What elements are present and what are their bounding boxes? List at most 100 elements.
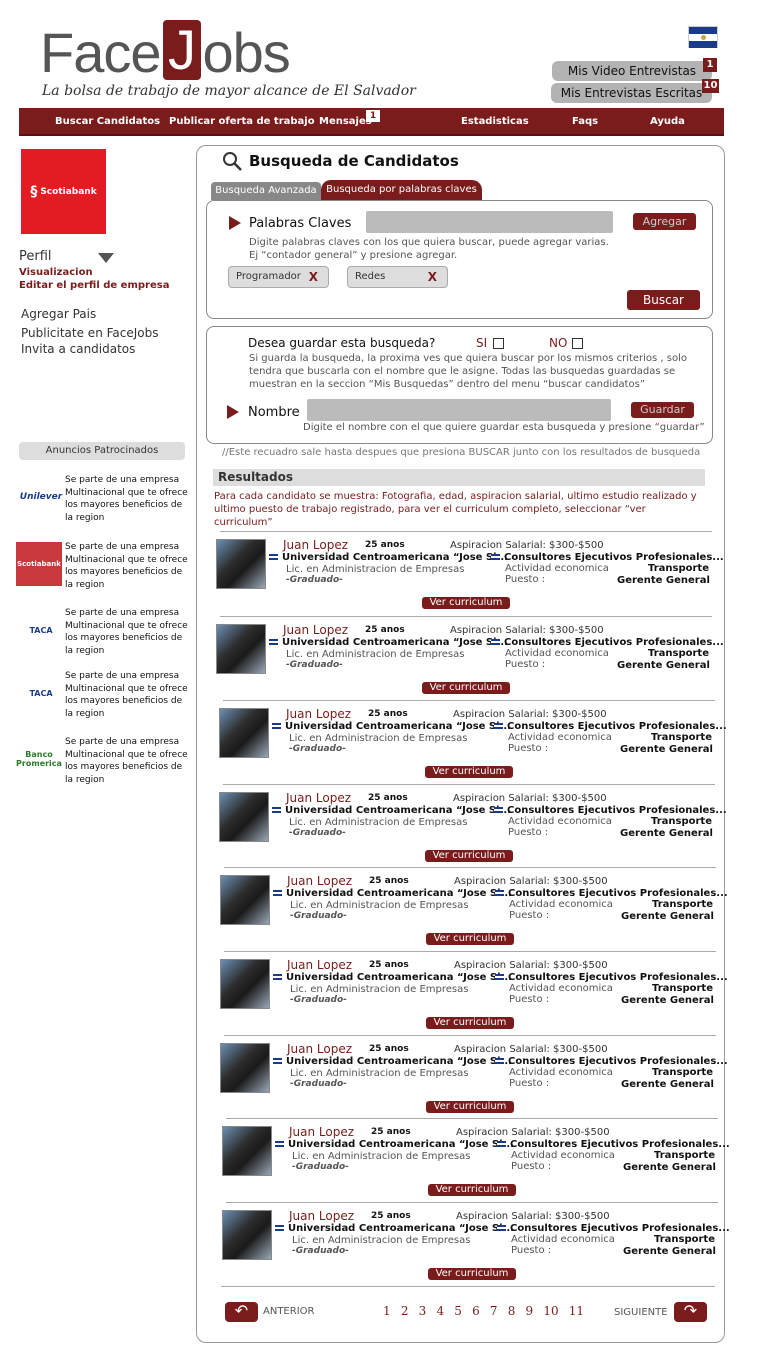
nav-buscar-candidatos[interactable]: Buscar Candidatos bbox=[55, 116, 160, 127]
view-cv-button[interactable]: Ver curriculum bbox=[426, 1017, 514, 1029]
flag-icon bbox=[494, 807, 503, 813]
view-cv-button[interactable]: Ver curriculum bbox=[426, 1101, 514, 1113]
page-link[interactable]: 9 bbox=[526, 1304, 534, 1318]
candidate-university: Universidad Centroamericana “Jose Si... bbox=[273, 888, 512, 899]
page-link[interactable]: 11 bbox=[569, 1304, 584, 1318]
facejobs-logo[interactable]: Face Jobs bbox=[40, 18, 340, 88]
taca-logo[interactable]: TACA bbox=[18, 608, 64, 652]
candidate-name[interactable]: Juan Lopez bbox=[287, 958, 352, 972]
prev-page-link[interactable]: ANTERIOR bbox=[263, 1306, 314, 1317]
candidate-name[interactable]: Juan Lopez bbox=[289, 1209, 354, 1223]
back-arrow-icon[interactable]: ↶ bbox=[225, 1302, 258, 1322]
flag-icon bbox=[497, 1141, 506, 1147]
candidate-name[interactable]: Juan Lopez bbox=[287, 874, 352, 888]
page-link[interactable]: 6 bbox=[472, 1304, 480, 1318]
el-salvador-flag-icon[interactable] bbox=[688, 26, 718, 48]
keywords-example: Ej “contador general” y presione agregar… bbox=[249, 250, 458, 261]
candidate-photo[interactable] bbox=[222, 1210, 272, 1260]
scotiabank-logo[interactable]: Scotiabank bbox=[16, 542, 62, 586]
nav-estadisticas[interactable]: Estadisticas bbox=[461, 116, 529, 127]
candidate-name[interactable]: Juan Lopez bbox=[289, 1125, 354, 1139]
candidate-university: Universidad Centroamericana “Jose Si... bbox=[269, 637, 508, 648]
position-label: Puesto : bbox=[508, 743, 549, 754]
candidate-degree: Lic. en Administracion de Empresas bbox=[290, 900, 469, 911]
candidate-photo[interactable] bbox=[220, 1043, 270, 1093]
page-link[interactable]: 4 bbox=[436, 1304, 444, 1318]
forward-arrow-icon[interactable]: ↷ bbox=[674, 1302, 707, 1322]
written-interviews-button[interactable]: Mis Entrevistas Escritas bbox=[551, 83, 712, 103]
flag-icon bbox=[495, 890, 504, 896]
candidate-photo[interactable] bbox=[216, 539, 266, 589]
flag-icon bbox=[272, 723, 281, 729]
tab-keyword-search[interactable]: Busqueda por palabras claves bbox=[321, 180, 482, 200]
nav-publicar-oferta[interactable]: Publicar oferta de trabajo bbox=[169, 116, 315, 127]
candidate-name[interactable]: Juan Lopez bbox=[283, 538, 348, 552]
page-link[interactable]: 1 bbox=[383, 1304, 391, 1318]
search-name-input[interactable] bbox=[307, 399, 611, 421]
remove-tag-icon[interactable]: X bbox=[309, 267, 318, 287]
nav-mensajes[interactable]: Mensajes bbox=[319, 116, 372, 127]
candidate-status: -Graduado- bbox=[292, 1246, 349, 1256]
taca-logo[interactable]: TACA bbox=[18, 671, 64, 715]
tab-advanced-search[interactable]: Busqueda Avanzada bbox=[211, 182, 321, 200]
view-cv-button[interactable]: Ver curriculum bbox=[425, 766, 513, 778]
messages-count: 1 bbox=[366, 110, 380, 122]
add-country-link[interactable]: Agregar Pais bbox=[21, 307, 96, 321]
view-cv-button[interactable]: Ver curriculum bbox=[422, 597, 510, 609]
candidate-age: 25 anos bbox=[365, 540, 405, 550]
candidate-activity: Transporte bbox=[654, 1234, 715, 1245]
candidate-photo[interactable] bbox=[216, 624, 266, 674]
promerica-logo[interactable]: Banco Promerica bbox=[16, 737, 62, 781]
divider bbox=[220, 531, 712, 532]
candidate-name[interactable]: Juan Lopez bbox=[287, 1042, 352, 1056]
video-interviews-button[interactable]: Mis Video Entrevistas bbox=[552, 61, 712, 81]
page-link[interactable]: 8 bbox=[508, 1304, 516, 1318]
page-link[interactable]: 7 bbox=[490, 1304, 498, 1318]
view-cv-button[interactable]: Ver curriculum bbox=[428, 1184, 516, 1196]
unilever-logo[interactable]: Unilever bbox=[18, 475, 64, 519]
no-checkbox[interactable] bbox=[572, 338, 583, 349]
candidate-company: Consultores Ejecutivos Profesionales... bbox=[494, 721, 727, 732]
candidate-name[interactable]: Juan Lopez bbox=[286, 791, 351, 805]
add-keyword-button[interactable]: Agregar bbox=[633, 213, 696, 230]
candidate-photo[interactable] bbox=[219, 708, 269, 758]
candidate-photo[interactable] bbox=[219, 792, 269, 842]
page-link[interactable]: 3 bbox=[419, 1304, 427, 1318]
view-cv-button[interactable]: Ver curriculum bbox=[425, 850, 513, 862]
chevron-down-icon[interactable] bbox=[98, 253, 114, 263]
candidate-photo[interactable] bbox=[220, 959, 270, 1009]
keywords-input[interactable] bbox=[366, 211, 613, 233]
nav-faqs[interactable]: Faqs bbox=[572, 116, 598, 127]
page-link[interactable]: 5 bbox=[454, 1304, 462, 1318]
candidate-university: Universidad Centroamericana “Jose Si... bbox=[275, 1223, 514, 1234]
save-search-button[interactable]: Guardar bbox=[631, 402, 694, 418]
candidate-name[interactable]: Juan Lopez bbox=[283, 623, 348, 637]
search-button[interactable]: Buscar bbox=[627, 290, 700, 310]
invite-candidates-link[interactable]: Invita a candidatos bbox=[21, 342, 135, 356]
flag-icon bbox=[491, 554, 500, 560]
page-link[interactable]: 2 bbox=[401, 1304, 409, 1318]
perfil-label[interactable]: Perfil bbox=[19, 249, 52, 264]
candidate-university: Universidad Centroamericana “Jose Si... bbox=[272, 805, 511, 816]
view-cv-button[interactable]: Ver curriculum bbox=[426, 933, 514, 945]
next-page-link[interactable]: SIGUIENTE bbox=[614, 1307, 668, 1318]
view-cv-button[interactable]: Ver curriculum bbox=[422, 682, 510, 694]
candidate-photo[interactable] bbox=[220, 875, 270, 925]
remove-tag-icon[interactable]: X bbox=[428, 267, 437, 287]
candidate-university: Universidad Centroamericana “Jose Si... bbox=[273, 1056, 512, 1067]
view-cv-button[interactable]: Ver curriculum bbox=[428, 1268, 516, 1280]
visualizacion-link[interactable]: Visualizacion bbox=[19, 267, 93, 278]
candidate-name[interactable]: Juan Lopez bbox=[286, 707, 351, 721]
search-icon bbox=[223, 152, 242, 171]
nav-ayuda[interactable]: Ayuda bbox=[650, 116, 685, 127]
arrow-right-icon bbox=[229, 216, 241, 230]
flag-icon bbox=[497, 1225, 506, 1231]
yes-checkbox[interactable] bbox=[493, 338, 504, 349]
candidate-photo[interactable] bbox=[222, 1126, 272, 1176]
candidate-status: -Graduado- bbox=[286, 575, 343, 585]
edit-profile-link[interactable]: Editar el perfil de empresa bbox=[19, 280, 169, 291]
divider bbox=[220, 616, 712, 617]
advertise-link[interactable]: Publicitate en FaceJobs bbox=[21, 326, 159, 340]
candidate-company: Consultores Ejecutivos Profesionales... bbox=[495, 888, 728, 899]
page-link[interactable]: 10 bbox=[543, 1304, 558, 1318]
